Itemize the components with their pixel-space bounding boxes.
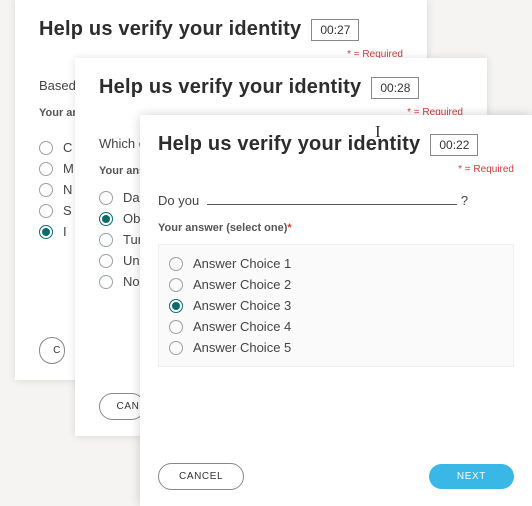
radio-icon[interactable] (169, 299, 183, 313)
required-note: * = Required (158, 164, 514, 175)
countdown-timer: 00:27 (311, 19, 359, 41)
required-asterisk: * (287, 222, 291, 234)
answer-option[interactable]: Answer Choice 2 (169, 274, 503, 295)
next-button[interactable]: NEXT (429, 464, 514, 489)
answer-option[interactable]: Answer Choice 4 (169, 316, 503, 337)
radio-icon[interactable] (39, 204, 53, 218)
radio-icon[interactable] (169, 278, 183, 292)
radio-icon[interactable] (39, 162, 53, 176)
answer-option-label: Answer Choice 3 (193, 298, 291, 313)
answer-options: Answer Choice 1 Answer Choice 2 Answer Cho… (158, 244, 514, 367)
radio-icon[interactable] (169, 320, 183, 334)
question-blank (207, 194, 457, 205)
text-cursor-icon: I (375, 122, 381, 142)
answer-option-label: Answer Choice 5 (193, 340, 291, 355)
answer-option-label: I (63, 224, 67, 239)
card-title: Help us verify your identity (99, 76, 361, 99)
radio-icon[interactable] (99, 254, 113, 268)
answer-instruction: Your answer (select one)* (158, 222, 514, 234)
cancel-button[interactable]: CANCEL (158, 463, 244, 490)
radio-icon[interactable] (39, 225, 53, 239)
radio-icon[interactable] (99, 212, 113, 226)
answer-option-label: Answer Choice 1 (193, 256, 291, 271)
answer-option-label: Answer Choice 4 (193, 319, 291, 334)
countdown-timer: 00:28 (371, 77, 419, 99)
radio-icon[interactable] (99, 275, 113, 289)
question-text: Do you ? (158, 193, 514, 208)
verify-card-front: Help us verify your identity 00:22 * = R… (140, 115, 532, 506)
answer-option-label: C (63, 140, 72, 155)
cancel-button[interactable]: C (39, 337, 65, 364)
radio-icon[interactable] (169, 257, 183, 271)
answer-option[interactable]: Answer Choice 1 (169, 253, 503, 274)
radio-icon[interactable] (39, 183, 53, 197)
countdown-timer: 00:22 (430, 134, 478, 156)
radio-icon[interactable] (99, 233, 113, 247)
radio-icon[interactable] (169, 341, 183, 355)
card-title: Help us verify your identity (39, 18, 301, 41)
answer-option-label: Ob (123, 211, 140, 226)
answer-option[interactable]: Answer Choice 3 (169, 295, 503, 316)
radio-icon[interactable] (39, 141, 53, 155)
question-prefix: Do you (158, 193, 203, 208)
question-suffix: ? (461, 193, 468, 208)
cancel-button[interactable]: CAN (99, 393, 145, 420)
answer-option-label: N (63, 182, 72, 197)
answer-option[interactable]: Answer Choice 5 (169, 337, 503, 358)
radio-icon[interactable] (99, 191, 113, 205)
answer-option-label: M (63, 161, 74, 176)
answer-option-label: S (63, 203, 72, 218)
answer-option-label: Answer Choice 2 (193, 277, 291, 292)
